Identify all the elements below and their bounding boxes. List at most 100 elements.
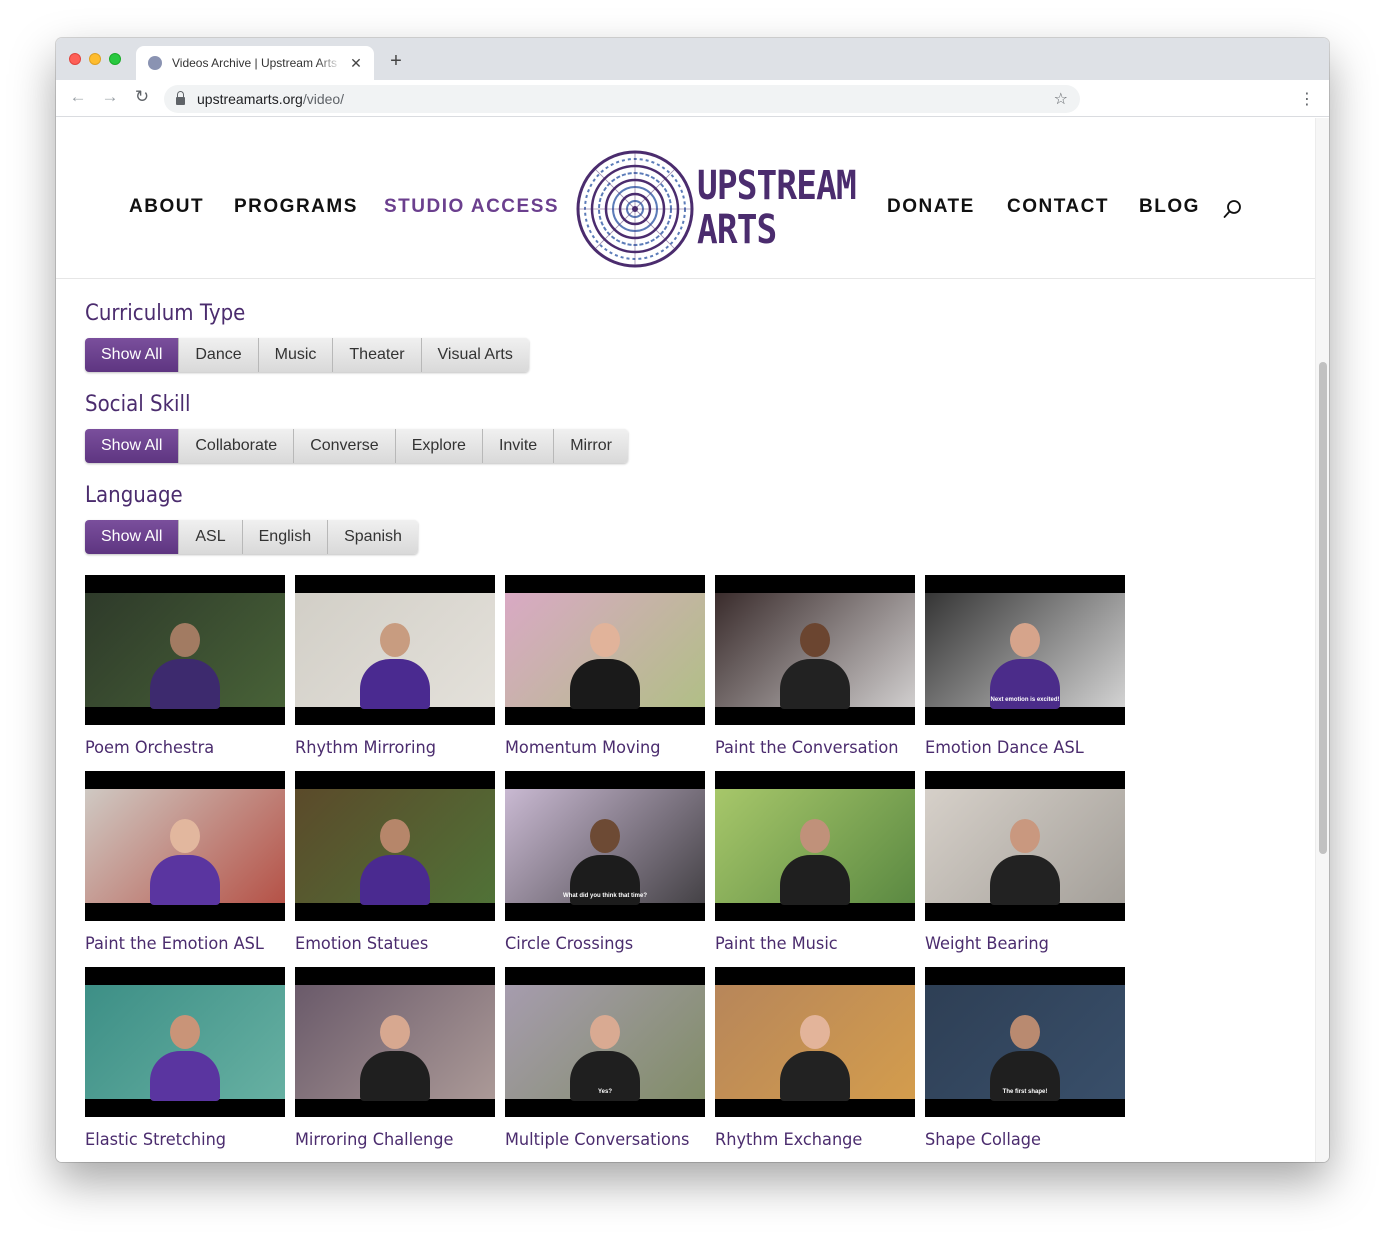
video-card[interactable]: Elastic Stretching (85, 967, 285, 1150)
video-card[interactable]: Paint the Emotion ASL (85, 771, 285, 954)
person-figure (150, 855, 220, 905)
reload-icon[interactable]: ↻ (131, 87, 153, 107)
nav-donate[interactable]: DONATE (887, 196, 975, 218)
filter-option-invite[interactable]: Invite (482, 429, 555, 463)
back-arrow-icon[interactable]: ← (67, 87, 89, 107)
video-title-link[interactable]: Mirroring Challenge (295, 1130, 485, 1150)
video-title-link[interactable]: Circle Crossings (505, 934, 695, 954)
filter-option-show-all[interactable]: Show All (85, 338, 180, 372)
filter-title: Curriculum Type (85, 301, 246, 326)
video-card[interactable]: Weight Bearing (925, 771, 1125, 954)
video-card[interactable]: Paint the Conversation (715, 575, 915, 758)
logo-wordmark: UPSTREAM ARTS (697, 163, 857, 253)
maximize-window-button[interactable] (109, 53, 121, 65)
video-card[interactable]: Poem Orchestra (85, 575, 285, 758)
video-thumbnail[interactable] (715, 771, 915, 921)
video-thumbnail[interactable] (85, 771, 285, 921)
filter-option-theater[interactable]: Theater (333, 338, 422, 372)
person-head (590, 819, 620, 853)
video-thumbnail[interactable] (715, 967, 915, 1117)
person-head (590, 1015, 620, 1049)
address-bar[interactable]: upstreamarts.org/video/ ☆ (164, 85, 1080, 113)
video-thumbnail[interactable] (85, 575, 285, 725)
video-card[interactable]: Momentum Moving (505, 575, 705, 758)
upstream-arts-logo[interactable]: UPSTREAM ARTS (575, 148, 865, 270)
person-head (1010, 1015, 1040, 1049)
scrollbar-thumb[interactable] (1319, 362, 1327, 854)
nav-blog[interactable]: BLOG (1139, 196, 1200, 218)
thumbnail-scene (85, 593, 285, 709)
thumbnail-scene: Yes? (505, 985, 705, 1101)
filter-option-mirror[interactable]: Mirror (554, 429, 628, 463)
video-card[interactable]: Rhythm Mirroring (295, 575, 495, 758)
minimize-window-button[interactable] (89, 53, 101, 65)
video-card[interactable]: Next emotion is excited! Emotion Dance AS… (925, 575, 1125, 758)
video-title-link[interactable]: Poem Orchestra (85, 738, 275, 758)
video-card[interactable]: What did you think that time? Circle Cros… (505, 771, 705, 954)
close-tab-icon[interactable]: ✕ (348, 55, 364, 72)
video-title-link[interactable]: Emotion Statues (295, 934, 485, 954)
thumbnail-scene: The first shape! (925, 985, 1125, 1101)
filter-option-show-all[interactable]: Show All (85, 429, 180, 463)
filter-option-spanish[interactable]: Spanish (328, 520, 418, 554)
filter-option-english[interactable]: English (242, 520, 329, 554)
filter-button-group: Show All Collaborate Converse Explore Invite… (85, 429, 628, 463)
video-title-link[interactable]: Weight Bearing (925, 934, 1115, 954)
person-head (1010, 623, 1040, 657)
video-card[interactable]: Yes? Multiple Conversations (505, 967, 705, 1150)
video-thumbnail[interactable] (85, 967, 285, 1117)
filter-option-converse[interactable]: Converse (294, 429, 396, 463)
filter-option-asl[interactable]: ASL (179, 520, 243, 554)
browser-menu-icon[interactable]: ⋮ (1299, 89, 1315, 109)
video-thumbnail[interactable] (295, 575, 495, 725)
video-title-link[interactable]: Paint the Music (715, 934, 905, 954)
thumbnail-scene: Next emotion is excited! (925, 593, 1125, 709)
video-thumbnail[interactable] (295, 967, 495, 1117)
video-title-link[interactable]: Emotion Dance ASL (925, 738, 1115, 758)
video-card[interactable]: The first shape! Shape Collage (925, 967, 1125, 1150)
video-title-link[interactable]: Multiple Conversations (505, 1130, 695, 1150)
video-card[interactable]: Mirroring Challenge (295, 967, 495, 1150)
video-title-link[interactable]: Momentum Moving (505, 738, 695, 758)
page-scrollbar[interactable] (1315, 118, 1329, 1162)
search-icon[interactable] (1222, 198, 1244, 220)
filter-option-explore[interactable]: Explore (395, 429, 483, 463)
browser-tab[interactable]: Videos Archive | Upstream Arts ✕ (136, 46, 374, 80)
video-card[interactable]: Emotion Statues (295, 771, 495, 954)
favicon-icon (148, 56, 162, 70)
bookmark-star-icon[interactable]: ☆ (1054, 89, 1068, 109)
video-thumbnail[interactable] (925, 771, 1125, 921)
nav-about[interactable]: ABOUT (129, 196, 204, 218)
forward-arrow-icon[interactable]: → (99, 87, 121, 107)
video-thumbnail[interactable]: The first shape! (925, 967, 1125, 1117)
new-tab-button[interactable]: + (386, 50, 406, 73)
nav-contact[interactable]: CONTACT (1007, 196, 1109, 218)
video-thumbnail[interactable]: What did you think that time? (505, 771, 705, 921)
video-thumbnail[interactable]: Next emotion is excited! (925, 575, 1125, 725)
person-head (1010, 819, 1040, 853)
video-card[interactable]: Paint the Music (715, 771, 915, 954)
video-title-link[interactable]: Rhythm Exchange (715, 1130, 905, 1150)
filter-option-show-all[interactable]: Show All (85, 520, 180, 554)
filter-option-dance[interactable]: Dance (179, 338, 259, 372)
video-title-link[interactable]: Paint the Emotion ASL (85, 934, 275, 954)
video-card[interactable]: Rhythm Exchange (715, 967, 915, 1150)
video-thumbnail[interactable] (295, 771, 495, 921)
video-title-link[interactable]: Paint the Conversation (715, 738, 905, 758)
filter-option-collaborate[interactable]: Collaborate (179, 429, 295, 463)
video-title-link[interactable]: Elastic Stretching (85, 1130, 275, 1150)
nav-studio-access[interactable]: STUDIO ACCESS (384, 196, 559, 218)
video-thumbnail[interactable]: Yes? (505, 967, 705, 1117)
video-caption: The first shape! (1002, 1089, 1048, 1095)
person-figure (570, 659, 640, 709)
video-thumbnail[interactable] (505, 575, 705, 725)
close-window-button[interactable] (69, 53, 81, 65)
filter-option-music[interactable]: Music (258, 338, 334, 372)
video-thumbnail[interactable] (715, 575, 915, 725)
video-title-link[interactable]: Rhythm Mirroring (295, 738, 485, 758)
filter-option-visual-arts[interactable]: Visual Arts (421, 338, 529, 372)
person-figure (780, 659, 850, 709)
video-title-link[interactable]: Shape Collage (925, 1130, 1115, 1150)
nav-programs[interactable]: PROGRAMS (234, 196, 358, 218)
lock-icon (176, 91, 185, 105)
